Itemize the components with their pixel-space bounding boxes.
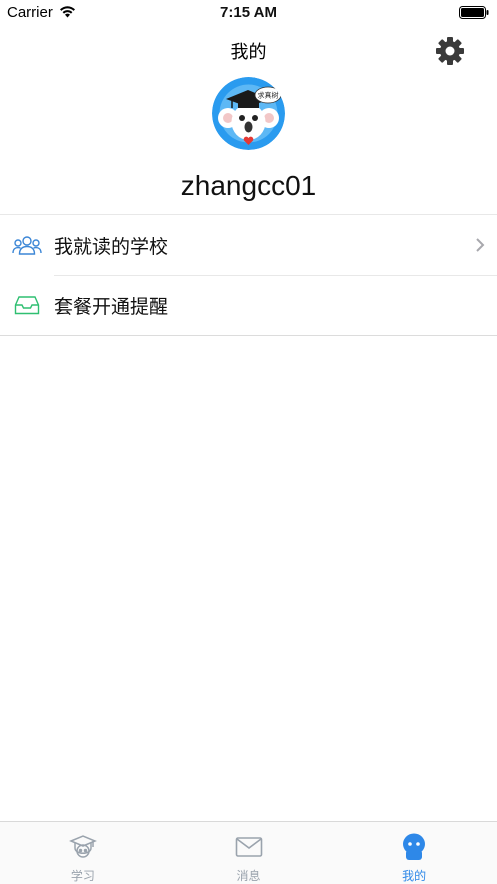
tab-label: 学习 bbox=[70, 869, 95, 883]
gear-icon bbox=[436, 37, 464, 65]
battery-icon bbox=[459, 6, 489, 19]
settings-button[interactable] bbox=[432, 33, 468, 69]
tab-label: 我的 bbox=[402, 869, 427, 883]
menu-item-package-reminder[interactable]: 套餐开通提醒 bbox=[0, 275, 497, 335]
envelope-icon bbox=[235, 833, 263, 861]
tab-me[interactable]: 我的 bbox=[331, 822, 497, 884]
people-icon bbox=[12, 234, 42, 256]
tab-bar: 学习 消息 我的 bbox=[0, 821, 497, 884]
inbox-icon bbox=[12, 294, 42, 316]
menu-item-label: 套餐开通提醒 bbox=[54, 295, 169, 318]
status-bar: Carrier 7:15 AM bbox=[0, 0, 497, 26]
tab-messages[interactable]: 消息 bbox=[166, 822, 332, 884]
status-time: 7:15 AM bbox=[220, 4, 277, 21]
avatar[interactable]: 求真树 bbox=[212, 77, 285, 150]
person-icon bbox=[400, 833, 428, 861]
tab-label: 消息 bbox=[236, 869, 261, 883]
graduation-cap-icon bbox=[68, 833, 97, 861]
menu-item-label: 我就读的学校 bbox=[54, 235, 169, 258]
chevron-right-icon bbox=[476, 238, 485, 252]
tab-study[interactable]: 学习 bbox=[0, 822, 166, 884]
username: zhangcc01 bbox=[180, 170, 317, 201]
page-title: 我的 bbox=[230, 42, 267, 63]
menu-item-my-school[interactable]: 我就读的学校 bbox=[0, 215, 497, 275]
koala-avatar-image: 求真树 bbox=[212, 77, 285, 150]
profile-menu: 我就读的学校 套餐开通提醒 bbox=[0, 214, 497, 336]
avatar-badge-text: 求真树 bbox=[258, 91, 279, 100]
